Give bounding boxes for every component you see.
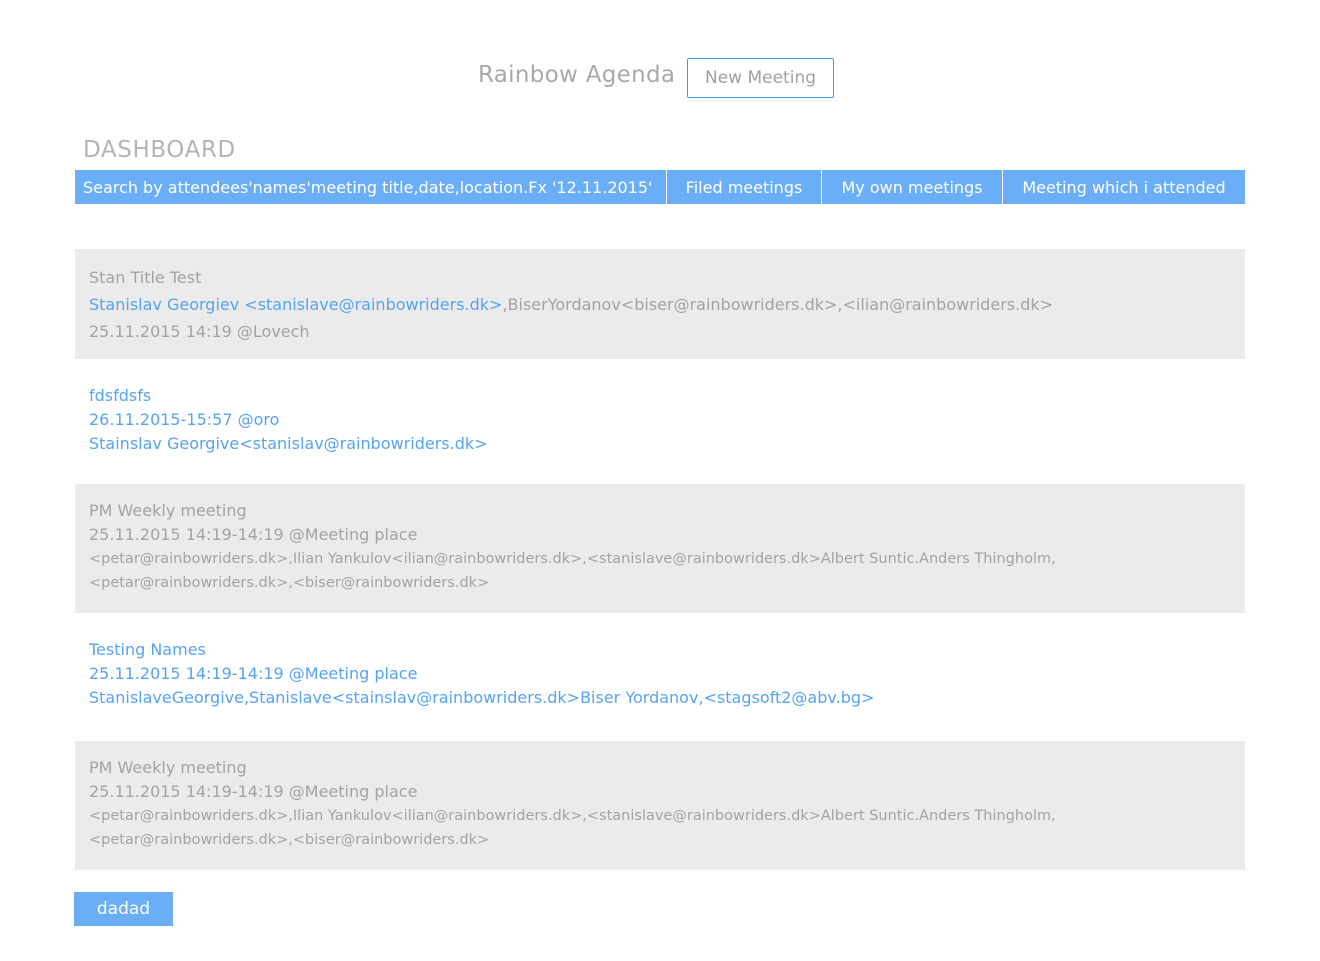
meeting-title: Testing Names	[89, 640, 206, 659]
meeting-title: PM Weekly meeting	[89, 501, 247, 520]
meeting-attendees-continued: <petar@rainbowriders.dk>,<biser@rainbowr…	[89, 575, 490, 591]
meeting-attendees-continued: <petar@rainbowriders.dk>,<biser@rainbowr…	[89, 832, 490, 848]
app-title: Rainbow Agenda	[478, 62, 676, 88]
meeting-attendees: StanislaveGeorgive,Stanislave<stainslav@…	[89, 688, 875, 707]
tab-filed-meetings[interactable]: Filed meetings	[666, 170, 821, 204]
meeting-title: Stan Title Test	[89, 268, 202, 287]
meeting-organizer: Stanislav Georgiev <stanislave@rainbowri…	[89, 295, 503, 314]
meeting-date-location: 25.11.2015 14:19-14:19 @Meeting place	[89, 664, 418, 683]
meeting-item[interactable]: Testing Names 25.11.2015 14:19-14:19 @Me…	[75, 638, 1245, 724]
dashboard-toolbar: Filed meetings My own meetings Meeting w…	[75, 170, 1245, 204]
meeting-attendees: <petar@rainbowriders.dk>,Ilian Yankulov<…	[89, 808, 1056, 824]
meeting-item[interactable]: PM Weekly meeting 25.11.2015 14:19-14:19…	[75, 741, 1245, 870]
meeting-item[interactable]: fdsfdsfs 26.11.2015-15:57 @oro Stainslav…	[75, 383, 1245, 469]
meeting-date-location: 25.11.2015 14:19-14:19 @Meeting place	[89, 525, 418, 544]
search-input[interactable]	[75, 170, 666, 204]
meeting-date-location: 26.11.2015-15:57 @oro	[89, 410, 280, 429]
meeting-date-location: 25.11.2015 14:19-14:19 @Meeting place	[89, 782, 418, 801]
meeting-title: PM Weekly meeting	[89, 758, 247, 777]
meeting-date-location: 25.11.2015 14:19 @Lovech	[89, 322, 310, 341]
new-meeting-button[interactable]: New Meeting	[687, 58, 834, 98]
meeting-item[interactable]: PM Weekly meeting 25.11.2015 14:19-14:19…	[75, 484, 1245, 613]
header: Rainbow Agenda New Meeting	[0, 58, 1320, 100]
tab-meetings-attended[interactable]: Meeting which i attended	[1002, 170, 1245, 204]
meeting-attendees: <petar@rainbowriders.dk>,Ilian Yankulov<…	[89, 551, 1056, 567]
tab-my-own-meetings[interactable]: My own meetings	[821, 170, 1002, 204]
meeting-attendees: Stanislav Georgiev <stanislave@rainbowri…	[89, 291, 1231, 318]
meeting-item[interactable]: Stan Title Test Stanislav Georgiev <stan…	[75, 249, 1245, 359]
meeting-title: fdsfdsfs	[89, 386, 152, 405]
dadad-button[interactable]: dadad	[74, 892, 173, 926]
meeting-attendees: Stainslav Georgive<stanislav@rainbowride…	[89, 434, 488, 453]
meeting-attendees-rest: ,BiserYordanov<biser@rainbowriders.dk>,<…	[502, 295, 1054, 314]
dashboard-title: DASHBOARD	[83, 137, 236, 163]
